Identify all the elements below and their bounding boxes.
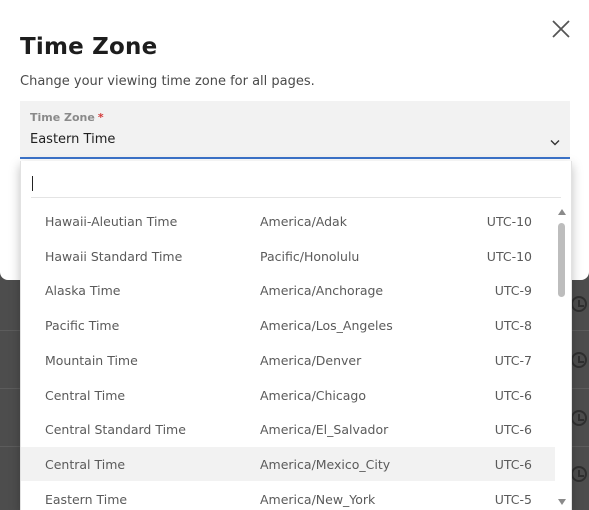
option-utc-offset: UTC-8 [494,318,532,333]
field-label: Time Zone * [30,111,104,124]
option-name: Pacific Time [45,318,120,333]
time-zone-option[interactable]: Central Time America/Chicago UTC-6 [21,378,555,412]
clock-icon [571,352,587,368]
close-button[interactable] [550,18,572,40]
required-mark: * [97,111,104,124]
dropdown-scrollbar[interactable] [556,209,568,505]
time-zone-option[interactable]: Pacific Time America/Los_Angeles UTC-8 [21,308,555,342]
time-zone-select[interactable]: Time Zone * Eastern Time [20,101,570,159]
close-icon [552,20,570,38]
option-name: Eastern Time [45,492,128,507]
option-zone-id: America/Anchorage [260,283,384,298]
option-zone-id: America/Chicago [260,388,367,403]
option-zone-id: America/New_York [260,492,376,507]
option-utc-offset: UTC-6 [494,422,532,437]
option-utc-offset: UTC-10 [486,249,532,264]
dialog-subtitle: Change your viewing time zone for all pa… [20,74,315,89]
clock-icon [571,296,587,312]
dialog-title: Time Zone [20,34,158,60]
scroll-down-arrow-icon[interactable] [558,499,566,505]
chevron-down-icon [550,139,560,149]
clock-icon [571,466,587,482]
time-zone-option[interactable]: Central Time America/Mexico_City UTC-6 [21,447,555,481]
option-name: Alaska Time [45,283,121,298]
field-label-text: Time Zone [30,111,95,124]
option-name: Central Time [45,457,126,472]
option-name: Mountain Time [45,353,138,368]
clock-icon [571,410,587,426]
selected-value: Eastern Time [30,132,116,147]
option-utc-offset: UTC-6 [494,388,532,403]
option-name: Central Standard Time [45,422,186,437]
option-zone-id: America/Mexico_City [260,457,391,472]
option-utc-offset: UTC-7 [494,353,532,368]
option-zone-id: America/El_Salvador [260,422,389,437]
option-name: Hawaii Standard Time [45,249,183,264]
option-zone-id: America/Adak [260,214,347,229]
option-utc-offset: UTC-5 [494,492,532,507]
time-zone-option[interactable]: Hawaii Standard Time Pacific/Honolulu UTC-… [21,239,555,273]
option-name: Hawaii-Aleutian Time [45,214,178,229]
dropdown-search-input[interactable] [31,169,561,198]
option-zone-id: America/Denver [260,353,362,368]
scroll-up-arrow-icon[interactable] [558,209,566,215]
time-zone-option[interactable]: Alaska Time America/Anchorage UTC-9 [21,273,555,307]
time-zone-dropdown: Hawaii-Aleutian Time America/Adak UTC-10 Ha… [20,161,572,510]
option-utc-offset: UTC-10 [486,214,532,229]
option-zone-id: America/Los_Angeles [260,318,393,333]
option-utc-offset: UTC-9 [494,283,532,298]
time-zone-option[interactable]: Eastern Time America/New_York UTC-5 [21,482,555,510]
time-zone-option[interactable]: Mountain Time America/Denver UTC-7 [21,343,555,377]
scrollbar-thumb[interactable] [558,223,565,297]
option-utc-offset: UTC-6 [494,457,532,472]
text-caret [32,176,33,191]
option-zone-id: Pacific/Honolulu [260,249,360,264]
time-zone-option[interactable]: Central Standard Time America/El_Salvador… [21,412,555,446]
time-zone-option[interactable]: Hawaii-Aleutian Time America/Adak UTC-10 [21,204,555,238]
option-name: Central Time [45,388,126,403]
